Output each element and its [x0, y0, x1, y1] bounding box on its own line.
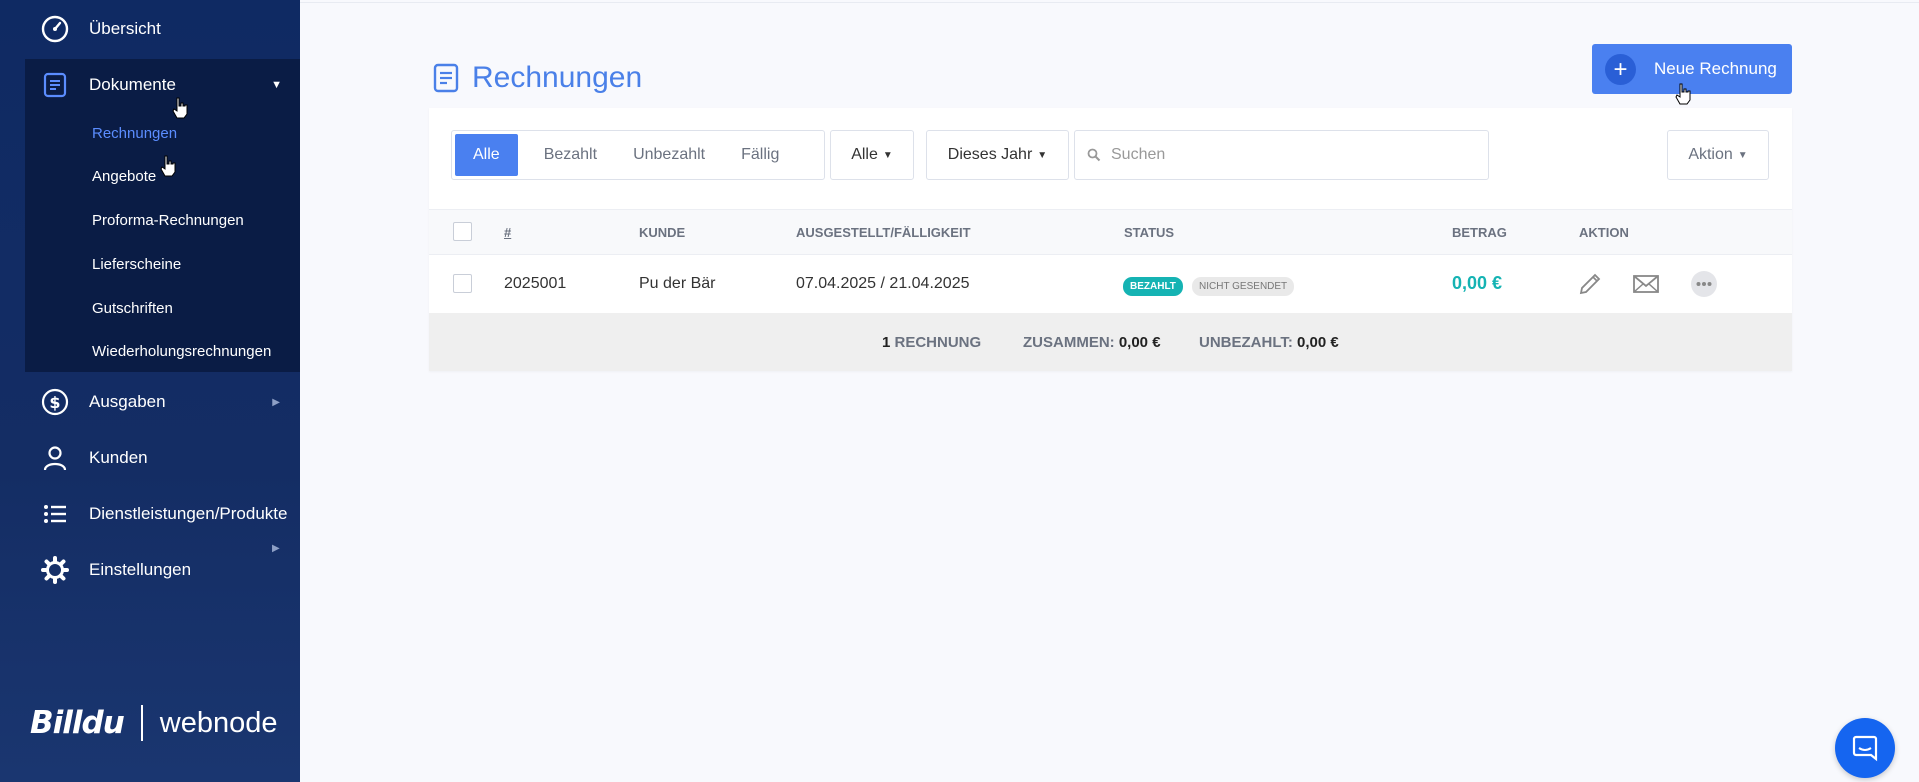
sidebar-item-label: Dienstleistungen/Produkte: [89, 504, 288, 523]
brand-logo: Billdu webnode: [30, 705, 278, 741]
invoice-customer: Pu der Bär: [639, 275, 716, 292]
chat-icon: [1852, 735, 1878, 762]
caret-down-icon: ▼: [1737, 149, 1748, 161]
top-divider: [300, 2, 1919, 3]
new-invoice-label: Neue Rechnung: [1654, 59, 1777, 78]
type-select-value: Alle: [851, 146, 878, 163]
table-header: # KUNDE AUSGESTELLT/FÄLLIGKEIT STATUS BE…: [429, 209, 1792, 255]
invoice-dates: 07.04.2025 / 21.04.2025: [796, 275, 970, 292]
sidebar-item-label: Einstellungen: [89, 560, 192, 579]
more-actions-button[interactable]: [1687, 267, 1721, 301]
billdu-logo: Billdu: [30, 705, 125, 741]
page-title: Rechnungen: [472, 61, 643, 94]
sidebar-item-dienstleistungen[interactable]: Dienstleistungen/Produkte: [0, 489, 300, 539]
list-icon: [40, 499, 70, 529]
search-box: [1074, 130, 1489, 180]
column-aktion: AKTION: [1579, 225, 1629, 240]
sidebar-sub-wiederholungsrechnungen[interactable]: Wiederholungsrechnungen: [92, 343, 271, 360]
caret-down-icon: ▼: [1037, 149, 1048, 161]
tab-alle[interactable]: Alle: [455, 134, 518, 176]
caret-down-icon: ▼: [271, 79, 282, 91]
row-checkbox[interactable]: [453, 274, 472, 293]
column-betrag: BETRAG: [1452, 225, 1507, 240]
hand-cursor-icon: [172, 97, 188, 119]
column-kunde: KUNDE: [639, 225, 686, 240]
search-icon: [1087, 148, 1101, 162]
svg-text:$: $: [49, 393, 60, 412]
footer-unpaid: UNBEZAHLT: 0,00 €: [1199, 334, 1339, 351]
sidebar-item-label: Dokumente: [89, 75, 176, 94]
edit-button[interactable]: [1573, 267, 1607, 301]
search-input[interactable]: [1111, 146, 1471, 164]
invoices-card: Alle Bezahlt Unbezahlt Fällig Alle ▼ Die…: [429, 108, 1792, 371]
invoice-number[interactable]: 2025001: [504, 275, 566, 293]
sidebar-item-einstellungen[interactable]: Einstellungen: [0, 545, 300, 595]
caret-down-icon: ▼: [882, 149, 893, 161]
status-badge-paid: BEZAHLT: [1123, 277, 1183, 296]
footer-total: ZUSAMMEN: 0,00 €: [1023, 334, 1161, 351]
pencil-icon: [1579, 273, 1601, 295]
period-select[interactable]: Dieses Jahr ▼: [926, 130, 1069, 180]
document-icon: [40, 70, 70, 100]
envelope-icon: [1633, 275, 1659, 293]
webnode-logo: webnode: [159, 706, 278, 739]
action-dropdown-button[interactable]: Aktion ▼: [1667, 130, 1769, 180]
dollar-icon: $: [40, 387, 70, 417]
column-status: STATUS: [1124, 225, 1175, 240]
hand-cursor-icon: [1675, 83, 1691, 105]
table-footer: 1 RECHNUNG ZUSAMMEN: 0,00 € UNBEZAHLT: 0…: [429, 313, 1792, 371]
plus-icon: +: [1605, 53, 1636, 85]
sidebar-sub-angebote[interactable]: Angebote: [92, 168, 156, 185]
send-email-button[interactable]: [1629, 267, 1663, 301]
user-icon: [40, 443, 70, 473]
sidebar-item-ausgaben[interactable]: $ Ausgaben ▶: [0, 377, 300, 427]
gear-icon: [40, 555, 70, 585]
period-select-value: Dieses Jahr: [947, 146, 1033, 163]
sidebar-sub-proforma[interactable]: Proforma-Rechnungen: [92, 212, 244, 229]
sidebar-item-label: Kunden: [89, 448, 148, 467]
column-number[interactable]: #: [504, 225, 511, 240]
status-filter-tabs: Alle Bezahlt Unbezahlt Fällig: [451, 130, 825, 180]
action-dropdown-label: Aktion: [1688, 146, 1733, 163]
sidebar-item-label: Ausgaben: [89, 392, 166, 411]
new-invoice-button[interactable]: + Neue Rechnung: [1592, 44, 1792, 94]
tab-faellig[interactable]: Fällig: [723, 134, 797, 176]
chevron-right-icon: ▶: [272, 396, 280, 408]
document-icon: [432, 63, 460, 98]
footer-count: 1 RECHNUNG: [882, 334, 982, 351]
select-all-checkbox[interactable]: [453, 222, 472, 241]
more-icon: [1691, 271, 1717, 297]
tab-unbezahlt[interactable]: Unbezahlt: [615, 134, 723, 176]
chat-button[interactable]: [1835, 718, 1895, 778]
column-dates: AUSGESTELLT/FÄLLIGKEIT: [796, 225, 971, 240]
sidebar-sub-lieferscheine[interactable]: Lieferscheine: [92, 256, 181, 273]
sidebar-item-kunden[interactable]: Kunden: [0, 433, 300, 483]
type-select[interactable]: Alle ▼: [830, 130, 914, 180]
invoice-amount: 0,00 €: [1452, 273, 1503, 293]
sidebar-item-label: Übersicht: [89, 19, 161, 38]
sidebar-sub-gutschriften[interactable]: Gutschriften: [92, 300, 173, 317]
table-row[interactable]: 2025001 Pu der Bär 07.04.2025 / 21.04.20…: [429, 255, 1792, 313]
hand-cursor-icon: [160, 155, 176, 177]
tab-bezahlt[interactable]: Bezahlt: [526, 134, 615, 176]
sidebar-item-dokumente[interactable]: Dokumente ▼: [0, 60, 300, 110]
dashboard-icon: [40, 14, 70, 44]
status-badge-not-sent: NICHT GESENDET: [1192, 277, 1295, 296]
sidebar: Übersicht Dokumente ▼ Rechnungen Angebot…: [0, 0, 300, 782]
sidebar-item-uebersicht[interactable]: Übersicht: [0, 4, 300, 54]
brand-divider: [140, 705, 143, 741]
sidebar-sub-rechnungen[interactable]: Rechnungen: [92, 125, 177, 142]
